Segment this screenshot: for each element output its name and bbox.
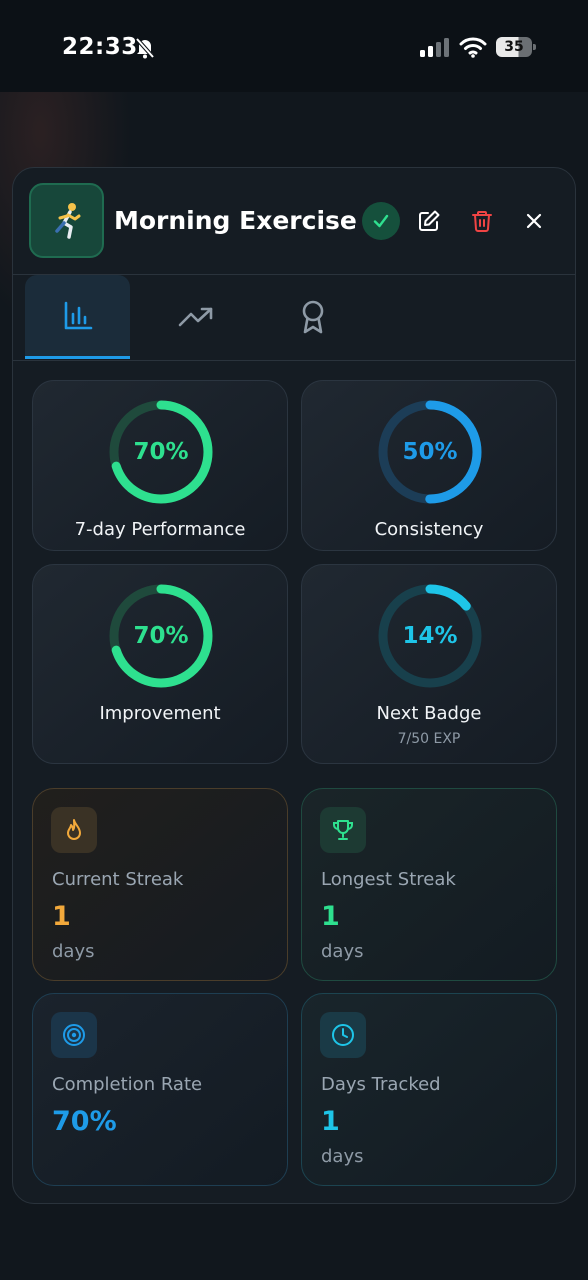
panel-header: Morning Exercise (13, 168, 575, 275)
longest-streak-card: Longest Streak 1 days (301, 788, 557, 981)
tab-stats[interactable] (25, 275, 130, 359)
check-icon (373, 214, 389, 228)
status-bar: 22:33 35 (0, 0, 588, 92)
complete-button[interactable] (362, 202, 400, 240)
stat-label: Current Streak (52, 869, 184, 890)
tab-badges[interactable] (260, 275, 365, 359)
metric-label: 7-day Performance (74, 519, 246, 540)
habit-detail-panel: Morning Exercise 70% 7-day Performance 5… (12, 167, 576, 1204)
clock-icon (320, 1012, 366, 1058)
signal-icon (420, 38, 450, 58)
edit-button[interactable] (410, 202, 448, 240)
edit-icon (419, 210, 440, 231)
stat-label: Days Tracked (321, 1074, 441, 1095)
metric-label: Consistency (374, 519, 484, 540)
battery-level: 35 (496, 37, 532, 57)
flame-icon (51, 807, 97, 853)
metric-card: 70% 7-day Performance (32, 380, 288, 551)
metric-value: 70% (133, 623, 189, 649)
delete-button[interactable] (463, 202, 501, 240)
wifi-icon (459, 36, 487, 58)
progress-ring: 70% (108, 399, 214, 505)
habit-icon (29, 183, 104, 258)
metric-value: 70% (133, 439, 189, 465)
trash-icon (472, 211, 492, 232)
close-button[interactable] (515, 202, 553, 240)
trophy-icon (320, 807, 366, 853)
status-time: 22:33 (62, 34, 138, 60)
battery-icon: 35 (496, 37, 536, 57)
completion-rate-card: Completion Rate 70% (32, 993, 288, 1186)
metric-label: Next Badge (376, 703, 482, 724)
stat-value: 1 (321, 1106, 340, 1137)
stat-unit: days (321, 1146, 364, 1167)
bell-off-icon (135, 37, 155, 59)
metric-value: 14% (402, 623, 458, 649)
award-icon (302, 300, 323, 334)
metric-value: 50% (402, 439, 458, 465)
close-icon (526, 213, 542, 229)
metric-sub: 7/50 EXP (397, 731, 461, 747)
trending-up-icon (178, 307, 212, 327)
current-streak-card: Current Streak 1 days (32, 788, 288, 981)
stat-unit: days (321, 941, 364, 962)
progress-ring: 50% (377, 399, 483, 505)
bar-chart-icon (64, 301, 92, 329)
target-icon (51, 1012, 97, 1058)
metric-label: Improvement (99, 703, 221, 724)
progress-ring: 70% (108, 583, 214, 689)
metric-card: 14% Next Badge 7/50 EXP (301, 564, 557, 764)
tab-bar (13, 275, 575, 361)
stat-unit: days (52, 941, 95, 962)
stat-value: 1 (52, 901, 71, 932)
metric-card: 70% Improvement (32, 564, 288, 764)
metric-card: 50% Consistency (301, 380, 557, 551)
stat-value: 1 (321, 901, 340, 932)
stat-value: 70% (52, 1106, 117, 1137)
days-tracked-card: Days Tracked 1 days (301, 993, 557, 1186)
progress-ring: 14% (377, 583, 483, 689)
stat-label: Completion Rate (52, 1074, 203, 1095)
habit-title: Morning Exercise (114, 206, 357, 235)
stat-label: Longest Streak (321, 869, 456, 890)
tab-trends[interactable] (143, 275, 248, 359)
